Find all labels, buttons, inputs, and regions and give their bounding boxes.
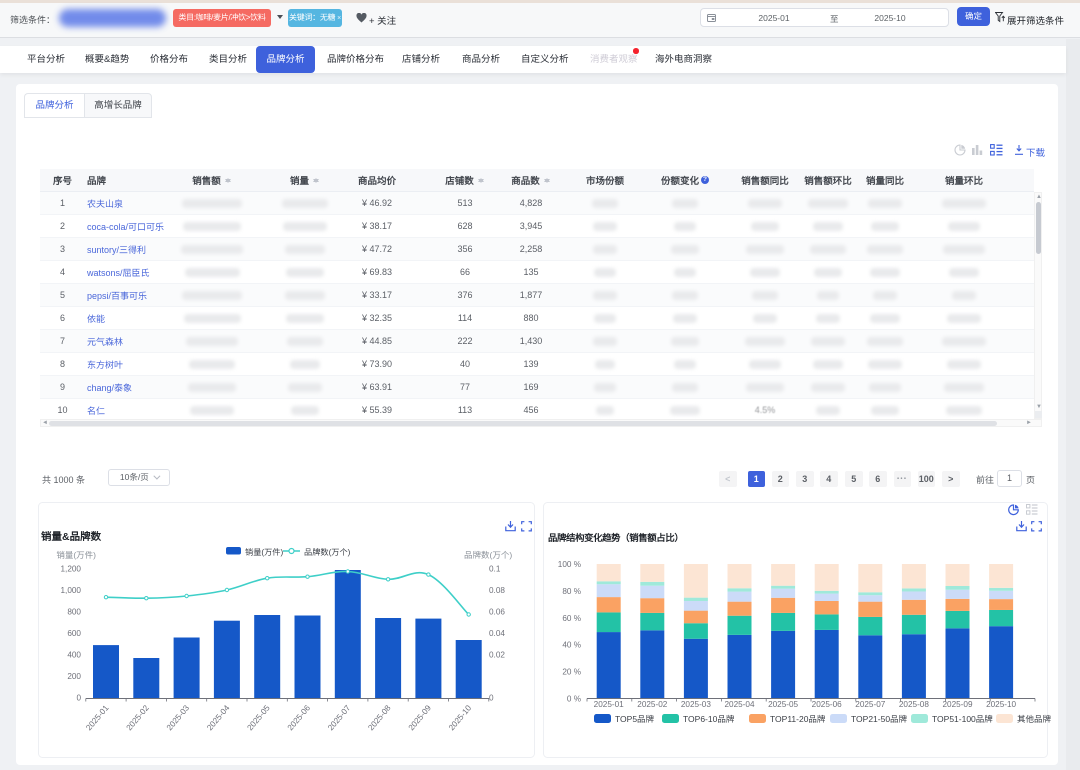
svg-text:0.08: 0.08: [489, 586, 505, 595]
svg-text:2025-02: 2025-02: [637, 700, 667, 709]
svg-text:2025-08: 2025-08: [899, 700, 929, 709]
svg-text:2025-08: 2025-08: [366, 703, 392, 732]
svg-text:2025-07: 2025-07: [855, 700, 885, 709]
svg-text:600: 600: [67, 629, 81, 638]
svg-text:2025-03: 2025-03: [165, 703, 191, 732]
svg-text:0.04: 0.04: [489, 629, 505, 638]
svg-text:TOP5品牌: TOP5品牌: [615, 714, 655, 724]
svg-text:0 %: 0 %: [567, 695, 581, 704]
svg-text:0: 0: [489, 694, 494, 703]
svg-text:TOP11-20品牌: TOP11-20品牌: [770, 714, 826, 724]
svg-text:2025-01: 2025-01: [594, 700, 624, 709]
svg-text:100 %: 100 %: [558, 560, 581, 569]
svg-text:销量(万件): 销量(万件): [56, 550, 96, 560]
svg-text:2025-01: 2025-01: [84, 703, 110, 732]
svg-text:2025-09: 2025-09: [942, 700, 972, 709]
svg-text:2025-10: 2025-10: [986, 700, 1016, 709]
svg-text:400: 400: [67, 651, 81, 660]
svg-text:200: 200: [67, 672, 81, 681]
svg-text:TOP6-10品牌: TOP6-10品牌: [683, 714, 735, 724]
svg-text:40 %: 40 %: [562, 641, 581, 650]
svg-text:60 %: 60 %: [562, 614, 581, 623]
svg-text:0.1: 0.1: [489, 565, 501, 574]
svg-text:品牌数(万个): 品牌数(万个): [304, 548, 351, 557]
svg-text:销量&品牌数: 销量&品牌数: [41, 530, 102, 543]
svg-text:20 %: 20 %: [562, 668, 581, 677]
svg-text:80 %: 80 %: [562, 587, 581, 596]
svg-text:1,200: 1,200: [61, 565, 82, 574]
svg-text:2025-04: 2025-04: [724, 700, 754, 709]
svg-text:品牌数(万个): 品牌数(万个): [464, 550, 512, 560]
svg-text:2025-10: 2025-10: [447, 703, 473, 732]
svg-text:品牌结构变化趋势（销售额占比）: 品牌结构变化趋势（销售额占比）: [548, 532, 683, 543]
svg-text:2025-06: 2025-06: [812, 700, 842, 709]
svg-text:2025-06: 2025-06: [286, 703, 312, 732]
svg-text:0.06: 0.06: [489, 608, 505, 617]
svg-text:2025-05: 2025-05: [246, 703, 272, 732]
svg-text:2025-05: 2025-05: [768, 700, 798, 709]
svg-text:其他品牌: 其他品牌: [1017, 714, 1052, 724]
svg-text:2025-07: 2025-07: [326, 703, 352, 732]
svg-text:销量(万件): 销量(万件): [245, 548, 283, 557]
svg-text:2025-02: 2025-02: [125, 703, 151, 732]
svg-text:2025-03: 2025-03: [681, 700, 711, 709]
svg-text:0: 0: [76, 694, 81, 703]
svg-text:1,000: 1,000: [61, 586, 82, 595]
svg-text:2025-04: 2025-04: [205, 703, 231, 732]
svg-text:TOP21-50品牌: TOP21-50品牌: [851, 714, 908, 724]
svg-text:2025-09: 2025-09: [407, 703, 433, 732]
svg-text:TOP51-100品牌: TOP51-100品牌: [932, 714, 993, 724]
svg-text:800: 800: [67, 608, 81, 617]
svg-text:0.02: 0.02: [489, 651, 505, 660]
